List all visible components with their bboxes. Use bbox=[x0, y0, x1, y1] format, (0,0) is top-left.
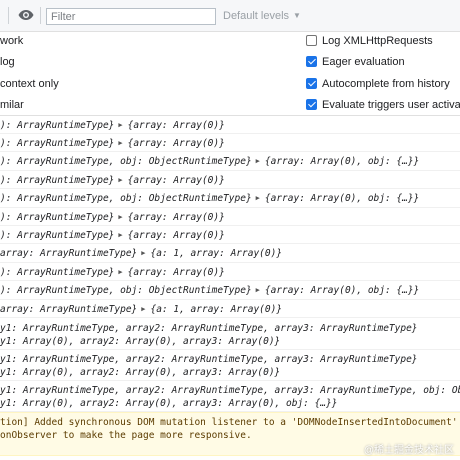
expand-triangle-icon[interactable]: ▶ bbox=[141, 249, 145, 257]
expand-triangle-icon[interactable]: ▶ bbox=[118, 121, 122, 129]
object-preview[interactable]: {array: Array(0), obj: {…}} bbox=[265, 193, 419, 204]
message-text: y1: ArrayRuntimeType, array2: ArrayRunti… bbox=[0, 354, 418, 365]
setting-evaluate-user-activation[interactable]: Evaluate triggers user activation bbox=[306, 99, 460, 111]
message-text: y1: Array(0), array2: Array(0), array3: … bbox=[0, 336, 281, 347]
checkbox[interactable] bbox=[306, 99, 317, 110]
setting-left-2[interactable]: log bbox=[0, 56, 15, 68]
expand-triangle-icon[interactable]: ▶ bbox=[256, 286, 260, 294]
eye-icon[interactable] bbox=[18, 9, 34, 21]
expand-triangle-icon[interactable]: ▶ bbox=[141, 305, 145, 313]
message-text: y1: ArrayRuntimeType, array2: ArrayRunti… bbox=[0, 385, 460, 396]
message-text: ): ArrayRuntimeType, obj: ObjectRuntimeT… bbox=[0, 193, 252, 204]
object-preview[interactable]: {array: Array(0)} bbox=[128, 120, 225, 131]
expand-triangle-icon[interactable]: ▶ bbox=[118, 231, 122, 239]
message-text: ): ArrayRuntimeType} bbox=[0, 230, 115, 241]
object-preview[interactable]: {a: 1, array: Array(0)} bbox=[151, 304, 283, 315]
message-text: ): ArrayRuntimeType, obj: ObjectRuntimeT… bbox=[0, 156, 252, 167]
console-message[interactable]: ): ArrayRuntimeType} ▶ {array: Array(0)} bbox=[0, 116, 460, 134]
console-message[interactable]: array: ArrayRuntimeType} ▶ {a: 1, array: A… bbox=[0, 244, 460, 263]
expand-triangle-icon[interactable]: ▶ bbox=[118, 176, 122, 184]
console-message[interactable]: ): ArrayRuntimeType} ▶ {array: Array(0)} bbox=[0, 263, 460, 281]
object-preview[interactable]: {array: Array(0)} bbox=[128, 212, 225, 223]
filter-input[interactable] bbox=[46, 8, 216, 25]
log-levels-label: Default levels bbox=[223, 10, 290, 22]
object-preview[interactable]: {array: Array(0)} bbox=[128, 267, 225, 278]
object-preview[interactable]: {a: 1, array: Array(0)} bbox=[151, 248, 283, 259]
message-text: ): ArrayRuntimeType, obj: ObjectRuntimeT… bbox=[0, 285, 252, 296]
chevron-down-icon: ▼ bbox=[293, 11, 301, 20]
message-text: y1: Array(0), array2: Array(0), array3: … bbox=[0, 398, 338, 409]
message-text: array: ArrayRuntimeType} bbox=[0, 304, 138, 315]
setting-left-3[interactable]: context only bbox=[0, 78, 59, 90]
console-message[interactable]: ): ArrayRuntimeType} ▶ {array: Array(0)} bbox=[0, 226, 460, 244]
message-text: ): ArrayRuntimeType} bbox=[0, 267, 115, 278]
warning-text: tion] Added synchronous DOM mutation lis… bbox=[0, 417, 460, 428]
expand-triangle-icon[interactable]: ▶ bbox=[118, 139, 122, 147]
console-message[interactable]: ): ArrayRuntimeType, obj: ObjectRuntimeT… bbox=[0, 281, 460, 300]
console-message[interactable]: ): ArrayRuntimeType} ▶ {array: Array(0)} bbox=[0, 134, 460, 152]
toolbar-divider bbox=[40, 7, 41, 24]
setting-label: Log XMLHttpRequests bbox=[322, 35, 433, 47]
object-preview[interactable]: {array: Array(0)} bbox=[128, 230, 225, 241]
setting-label: Eager evaluation bbox=[322, 56, 405, 68]
object-preview[interactable]: {array: Array(0)} bbox=[128, 175, 225, 186]
toolbar-divider bbox=[8, 7, 9, 24]
message-text: ): ArrayRuntimeType} bbox=[0, 175, 115, 186]
console-message[interactable]: ): ArrayRuntimeType, obj: ObjectRuntimeT… bbox=[0, 152, 460, 171]
checkbox[interactable] bbox=[306, 35, 317, 46]
expand-triangle-icon[interactable]: ▶ bbox=[118, 213, 122, 221]
expand-triangle-icon[interactable]: ▶ bbox=[256, 157, 260, 165]
message-text: ): ArrayRuntimeType} bbox=[0, 212, 115, 223]
checkbox[interactable] bbox=[306, 78, 317, 89]
setting-eager-evaluation[interactable]: Eager evaluation bbox=[306, 56, 405, 68]
object-preview[interactable]: {array: Array(0)} bbox=[128, 138, 225, 149]
setting-autocomplete-history[interactable]: Autocomplete from history bbox=[306, 78, 450, 90]
object-preview[interactable]: {array: Array(0), obj: {…}} bbox=[265, 156, 419, 167]
setting-log-xmlhttprequests[interactable]: Log XMLHttpRequests bbox=[306, 35, 433, 47]
console-message[interactable]: y1: ArrayRuntimeType, array2: ArrayRunti… bbox=[0, 319, 460, 350]
console-toolbar: Default levels▼ bbox=[0, 0, 460, 32]
object-preview[interactable]: {array: Array(0), obj: {…}} bbox=[265, 285, 419, 296]
message-text: ): ArrayRuntimeType} bbox=[0, 138, 115, 149]
setting-left-1[interactable]: work bbox=[0, 35, 23, 47]
setting-left-4[interactable]: milar bbox=[0, 99, 24, 111]
console-message[interactable]: array: ArrayRuntimeType} ▶ {a: 1, array: A… bbox=[0, 300, 460, 318]
warning-text: onObserver to make the page more respons… bbox=[0, 430, 252, 441]
setting-label: Evaluate triggers user activation bbox=[322, 99, 460, 111]
console-message[interactable]: y1: ArrayRuntimeType, array2: ArrayRunti… bbox=[0, 381, 460, 412]
console-message[interactable]: y1: ArrayRuntimeType, array2: ArrayRunti… bbox=[0, 350, 460, 381]
checkbox[interactable] bbox=[306, 56, 317, 67]
log-levels-dropdown[interactable]: Default levels ▼ bbox=[223, 10, 301, 22]
message-text: y1: ArrayRuntimeType, array2: ArrayRunti… bbox=[0, 323, 418, 334]
watermark: @稀土掘金技术社区 bbox=[363, 445, 454, 456]
message-text: array: ArrayRuntimeType} bbox=[0, 248, 138, 259]
setting-label: Autocomplete from history bbox=[322, 78, 450, 90]
expand-triangle-icon[interactable]: ▶ bbox=[118, 268, 122, 276]
console-message[interactable]: ): ArrayRuntimeType} ▶ {array: Array(0)} bbox=[0, 171, 460, 189]
console-messages: ): ArrayRuntimeType} ▶ {array: Array(0)} )… bbox=[0, 116, 460, 460]
message-text: ): ArrayRuntimeType} bbox=[0, 120, 115, 131]
expand-triangle-icon[interactable]: ▶ bbox=[256, 194, 260, 202]
message-text: y1: Array(0), array2: Array(0), array3: … bbox=[0, 367, 281, 378]
console-settings-pane: work log context only milar Log XMLHttpR… bbox=[0, 32, 460, 116]
console-message[interactable]: ): ArrayRuntimeType} ▶ {array: Array(0)} bbox=[0, 208, 460, 226]
console-message[interactable]: ): ArrayRuntimeType, obj: ObjectRuntimeT… bbox=[0, 189, 460, 208]
